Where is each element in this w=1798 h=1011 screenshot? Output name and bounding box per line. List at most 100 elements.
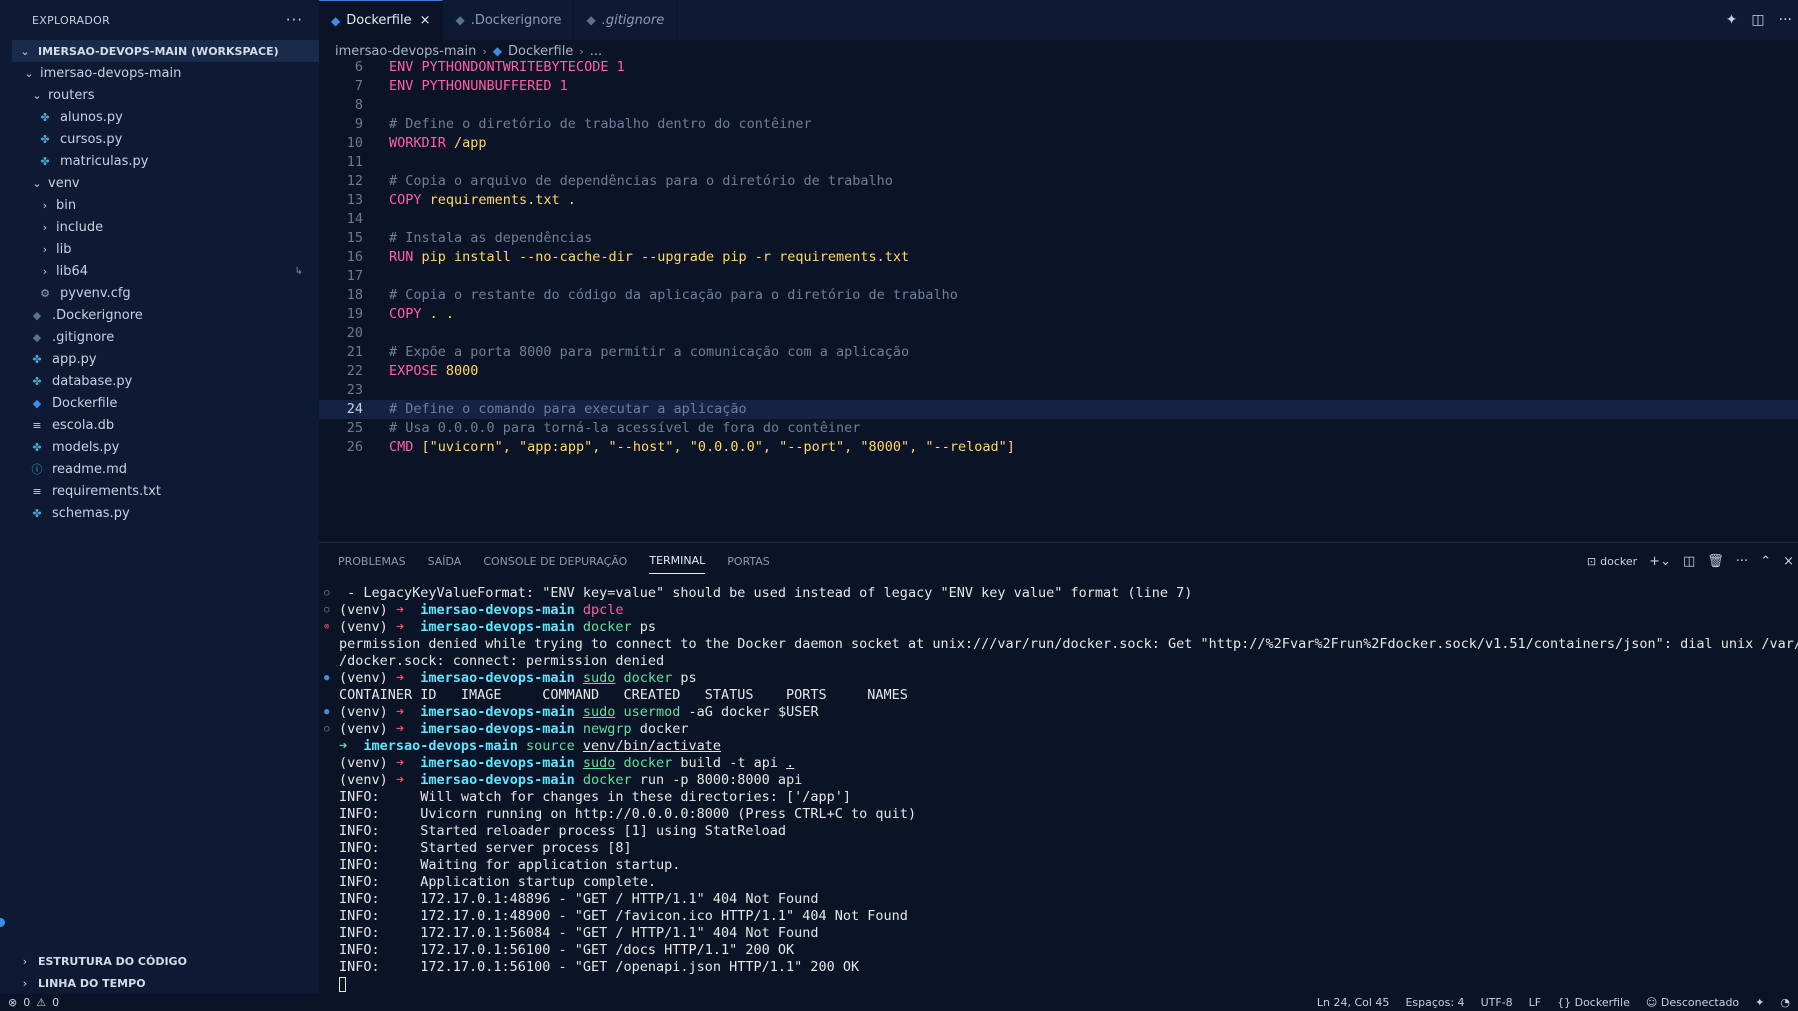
tree-item[interactable]: ✤ schemas.py [12, 502, 319, 524]
tree-item[interactable]: ⓘ readme.md [12, 458, 319, 480]
trash-icon[interactable]: 🗑 [1707, 554, 1724, 569]
more-actions-icon[interactable]: ··· [1779, 12, 1792, 28]
code-line[interactable]: 12 # Copia o arquivo de dependências para… [319, 172, 1798, 191]
workspace-section-header[interactable]: ⌄ IMERSAO-DEVOPS-MAIN (WORKSPACE) [12, 40, 319, 62]
terminal-token: ➜ [395, 721, 421, 737]
close-icon[interactable]: × [1783, 554, 1794, 569]
code-line[interactable]: 20 [319, 324, 1798, 343]
tree-item[interactable]: › include [12, 216, 319, 238]
tab-debug-console[interactable]: CONSOLE DE DEPURAÇÃO [483, 549, 627, 574]
tree-item[interactable]: ✤ matriculas.py [12, 150, 319, 172]
more-actions-icon[interactable]: ··· [286, 11, 303, 29]
code-editor[interactable]: 6 ENV PYTHONDONTWRITEBYTECODE 1 7 ENV PYTHO… [319, 58, 1798, 536]
command-decoration-icon[interactable]: ● [324, 670, 329, 687]
tab-ports[interactable]: PORTAS [727, 549, 770, 574]
tree-item[interactable]: ≡ requirements.txt [12, 480, 319, 502]
tree-item[interactable]: ✤ alunos.py [12, 106, 319, 128]
code-line[interactable]: 7 ENV PYTHONUNBUFFERED 1 [319, 77, 1798, 96]
tree-item[interactable]: › lib [12, 238, 319, 260]
tree-item[interactable]: ⌄ routers [12, 84, 319, 106]
terminal-selector[interactable]: ⊡ docker [1587, 555, 1637, 568]
tab-gitignore[interactable]: ◆ .gitignore [574, 0, 678, 40]
code-line[interactable]: 15 # Instala as dependências [319, 229, 1798, 248]
code-line[interactable]: 22 EXPOSE 8000 [319, 362, 1798, 381]
error-icon: ⊗ [8, 996, 18, 1009]
language-mode[interactable]: {} Dockerfile [1557, 996, 1630, 1009]
tab-dockerfile[interactable]: ◆ Dockerfile × [319, 0, 444, 40]
tree-item[interactable]: › lib64 ↳ [12, 260, 319, 282]
command-decoration-icon[interactable]: ○ [324, 585, 329, 602]
terminal-output[interactable]: ○ - LegacyKeyValueFormat: "ENV key=value… [319, 585, 1798, 994]
tree-item-label: Dockerfile [52, 395, 118, 411]
cursor-position[interactable]: Ln 24, Col 45 [1317, 996, 1390, 1009]
code-line[interactable]: 26 CMD ["uvicorn", "app:app", "--host", "… [319, 438, 1798, 457]
code-line[interactable]: 25 # Usa 0.0.0.0 para torná-la acessível … [319, 419, 1798, 438]
tab-terminal[interactable]: TERMINAL [649, 548, 706, 574]
code-line[interactable]: 6 ENV PYTHONDONTWRITEBYTECODE 1 [319, 58, 1798, 77]
accounts-indicator[interactable] [0, 918, 5, 927]
outline-section-header[interactable]: › ESTRUTURA DO CÓDIGO [12, 950, 319, 972]
tree-item[interactable]: ◆ .Dockerignore [12, 304, 319, 326]
more-actions-icon[interactable]: ··· [1736, 554, 1748, 569]
end-of-line[interactable]: LF [1529, 996, 1541, 1009]
tree-item[interactable]: ✤ app.py [12, 348, 319, 370]
code-text: WORKDIR /app [389, 134, 487, 153]
breadcrumb-folder[interactable]: imersao-devops-main [335, 44, 476, 59]
close-icon[interactable]: × [420, 13, 431, 28]
line-number: 11 [346, 154, 363, 170]
add-terminal-icon[interactable]: +⌄ [1649, 554, 1671, 569]
maximize-panel-icon[interactable]: ⌃ [1760, 554, 1771, 569]
code-line[interactable]: 18 # Copia o restante do código da aplica… [319, 286, 1798, 305]
git-icon: ◆ [586, 13, 596, 27]
code-line[interactable]: 13 COPY requirements.txt . [319, 191, 1798, 210]
code-line[interactable]: 21 # Expõe a porta 8000 para permitir a c… [319, 343, 1798, 362]
command-decoration-icon[interactable]: ○ [324, 602, 329, 619]
tree-item[interactable]: ◆ Dockerfile [12, 392, 319, 414]
tab-output[interactable]: SAÍDA [428, 549, 462, 574]
terminal-token: sudo [582, 755, 616, 771]
split-editor-icon[interactable]: ◫ [1751, 12, 1764, 28]
timeline-section-header[interactable]: › LINHA DO TEMPO [12, 972, 319, 994]
code-line[interactable]: 8 [319, 96, 1798, 115]
tree-item[interactable]: ≡ escola.db [12, 414, 319, 436]
code-token: /app [454, 135, 487, 151]
code-line[interactable]: 19 COPY . . [319, 305, 1798, 324]
tree-item[interactable]: ◆ .gitignore [12, 326, 319, 348]
connection-status[interactable]: ☺ Desconectado [1646, 996, 1739, 1009]
indentation[interactable]: Espaços: 4 [1405, 996, 1464, 1009]
command-decoration-icon[interactable]: ○ [324, 721, 329, 738]
code-line[interactable]: 9 # Define o diretório de trabalho dentro… [319, 115, 1798, 134]
terminal-prompt-line[interactable] [319, 976, 1798, 993]
tree-item[interactable]: ⌄ imersao-devops-main [12, 62, 319, 84]
code-line[interactable]: 17 [319, 267, 1798, 286]
status-problems[interactable]: ⊗ 0 ⚠ 0 [0, 996, 59, 1009]
sparkle-icon[interactable]: ✦ [1726, 12, 1738, 28]
tree-item[interactable]: ⌄ venv [12, 172, 319, 194]
sparkle-icon[interactable]: ✦ [1755, 996, 1764, 1009]
tree-item[interactable]: ✤ cursos.py [12, 128, 319, 150]
file-icon: ✤ [32, 440, 42, 454]
file-icon: ≡ [32, 484, 42, 498]
line-number: 16 [346, 249, 363, 265]
breadcrumb-rest[interactable]: ... [590, 44, 602, 59]
tree-item[interactable]: ✤ models.py [12, 436, 319, 458]
code-line[interactable]: 10 WORKDIR /app [319, 134, 1798, 153]
tree-item[interactable]: ⚙ pyvenv.cfg [12, 282, 319, 304]
code-line[interactable]: 23 [319, 381, 1798, 400]
notifications-icon[interactable]: ◔ [1780, 996, 1790, 1009]
tree-item[interactable]: ✤ database.py [12, 370, 319, 392]
split-terminal-icon[interactable]: ◫ [1683, 554, 1695, 569]
command-decoration-icon[interactable]: ⊗ [324, 619, 329, 636]
tab-problems[interactable]: PROBLEMAS [338, 549, 406, 574]
tab-dockerignore[interactable]: ◆ .Dockerignore [443, 0, 575, 40]
code-line[interactable]: 16 RUN pip install --no-cache-dir --upgra… [319, 248, 1798, 267]
breadcrumb-file[interactable]: Dockerfile [508, 44, 573, 59]
encoding[interactable]: UTF-8 [1481, 996, 1513, 1009]
explorer-header: EXPLORADOR ··· [12, 0, 319, 40]
tree-item[interactable]: › bin [12, 194, 319, 216]
chevron-right-icon: › [579, 44, 584, 58]
command-decoration-icon[interactable]: ● [324, 704, 329, 721]
code-line[interactable]: 24 # Define o comando para executar a apl… [319, 400, 1798, 419]
code-line[interactable]: 11 [319, 153, 1798, 172]
code-line[interactable]: 14 [319, 210, 1798, 229]
